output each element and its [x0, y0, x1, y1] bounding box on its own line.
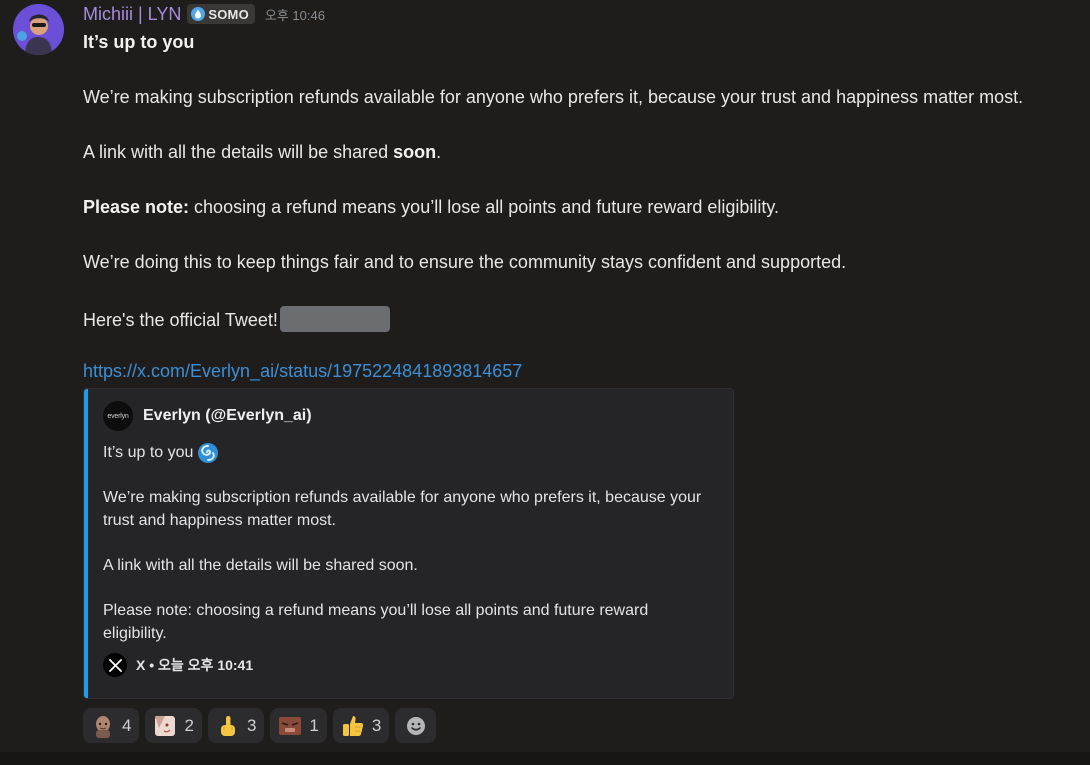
thumbs-up-emoji [342, 715, 364, 736]
embed-paragraph: We’re making subscription refunds availa… [103, 489, 702, 529]
embed-footer-text: X • 오늘 오후 10:41 [136, 657, 254, 673]
message-line: Here's the official Tweet! [83, 306, 390, 332]
chat-message: Michiii | LYN SOMO 오후 10:46 It’s up to y… [0, 0, 1090, 752]
avatar-image [13, 4, 64, 55]
reaction-count: 4 [122, 715, 132, 735]
tweet-embed: everlyn Everlyn (@Everlyn_ai) It’s up to… [83, 388, 734, 699]
angry-face-emoji [279, 716, 302, 735]
reaction-bar: 4 2 3 1 3 [83, 708, 437, 743]
reaction-count: 3 [246, 715, 257, 735]
text-segment: choosing a refund means you’ll lose all … [189, 197, 780, 217]
embed-title: It’s up to you [103, 441, 219, 464]
embed-title-text: It’s up to you [103, 444, 194, 461]
reaction-button[interactable]: 4 [83, 708, 140, 743]
reaction-count: 1 [309, 715, 319, 735]
cyclone-icon [198, 442, 219, 463]
text-segment: . [436, 142, 442, 162]
username[interactable]: Michiii | LYN [83, 4, 181, 25]
tweet-link[interactable]: https://x.com/Everlyn_ai/status/19752248… [83, 360, 522, 382]
reaction-button[interactable]: 2 [145, 708, 202, 743]
text-segment: A link with all the details will be shar… [83, 142, 394, 162]
composer-strip [0, 752, 1090, 765]
reaction-count: 2 [184, 715, 194, 735]
role-badge-label: SOMO [208, 6, 249, 22]
message-title: It’s up to you [83, 32, 195, 52]
reaction-button[interactable]: 3 [207, 708, 265, 743]
embed-author-name[interactable]: Everlyn (@Everlyn_ai) [143, 407, 312, 425]
bold-text: Please note: [83, 197, 190, 217]
message-header: Michiii | LYN SOMO 오후 10:46 [83, 3, 325, 25]
embed-paragraph: A link with all the details will be shar… [103, 557, 418, 574]
text-segment: Here's the official Tweet! [83, 310, 278, 330]
user-avatar[interactable] [13, 4, 64, 55]
message-timestamp[interactable]: 오후 10:46 [265, 5, 325, 24]
spoiler-block[interactable] [279, 306, 390, 332]
add-reaction-icon [406, 716, 425, 735]
message-line: Please note: choosing a refund means you… [83, 196, 779, 218]
reaction-count: 3 [371, 715, 382, 735]
bold-text: soon [393, 142, 437, 162]
reaction-button[interactable]: 1 [270, 708, 327, 743]
message-line: We’re making subscription refunds availa… [83, 87, 1024, 107]
embed-accent-bar [84, 389, 88, 698]
embed-paragraph: Please note: choosing a refund means you… [103, 602, 649, 642]
embed-author-avatar[interactable]: everlyn [103, 401, 133, 431]
add-reaction-button[interactable] [395, 708, 437, 743]
message-line: A link with all the details will be shar… [83, 141, 441, 163]
anime-face-emoji [155, 715, 176, 736]
middle-finger-emoji [220, 715, 235, 736]
message-line: We’re doing this to keep things fair and… [83, 252, 847, 272]
bald-man-emoji [96, 715, 110, 738]
embed-footer: X • 오늘 오후 10:41 [103, 653, 253, 677]
reaction-button[interactable]: 3 [332, 708, 390, 743]
embed-author: everlyn Everlyn (@Everlyn_ai) [103, 401, 312, 431]
x-logo-icon [103, 653, 127, 677]
role-badge[interactable]: SOMO [187, 4, 255, 24]
water-drop-icon [191, 7, 206, 21]
